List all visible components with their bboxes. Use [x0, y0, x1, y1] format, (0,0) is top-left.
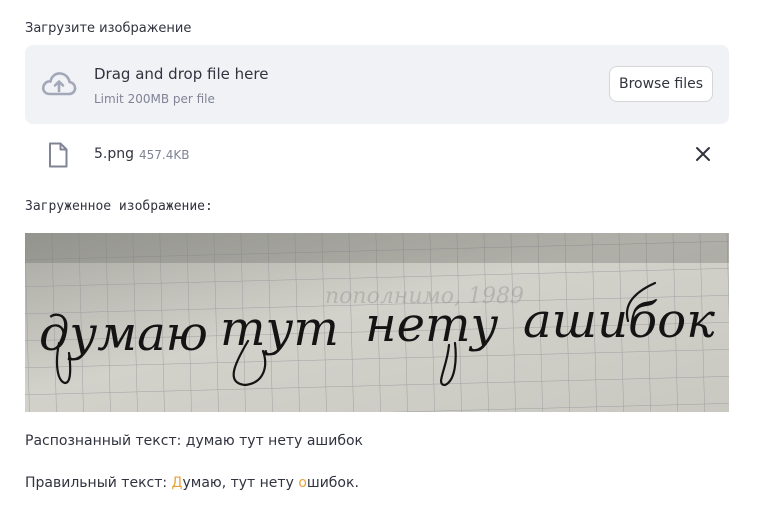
close-icon[interactable]	[695, 146, 711, 162]
correct-highlight: Д	[171, 475, 183, 491]
handwriting-word: думаю	[39, 306, 208, 362]
uploader-label: Загрузите изображение	[25, 21, 192, 36]
file-icon	[49, 142, 68, 168]
recognized-text: Распознанный текст: думаю тут нету ашибо…	[25, 433, 363, 449]
recognized-value: думаю тут нету ашибок	[185, 433, 363, 449]
handwriting-word: нету	[365, 297, 499, 353]
file-size: 457.4KB	[139, 148, 190, 162]
browse-files-button[interactable]: Browse files	[609, 66, 713, 102]
file-name: 5.png	[94, 146, 135, 162]
uploaded-file-row: 5.png 457.4KB	[25, 140, 729, 172]
dropzone-limit: Limit 200MB per file	[94, 92, 215, 106]
dropzone-title: Drag and drop file here	[94, 65, 269, 83]
image-caption: Загруженное изображение:	[25, 199, 213, 214]
correct-highlight: о	[298, 475, 307, 491]
correct-text: Правильный текст: Думаю, тут нету ошибок…	[25, 475, 359, 491]
correct-prefix: Правильный текст:	[25, 475, 172, 491]
uploaded-image: пополнимо, 1989 думаю тут нету ашибок	[25, 233, 729, 412]
handwriting-word: тут	[220, 301, 339, 357]
recognized-prefix: Распознанный текст:	[25, 433, 186, 449]
cloud-upload-icon	[41, 72, 77, 96]
file-dropzone[interactable]: Drag and drop file here Limit 200MB per …	[25, 45, 729, 124]
correct-segment: шибок.	[306, 475, 359, 491]
correct-segment: умаю, тут нету	[182, 475, 299, 491]
handwriting-word: ашибок	[523, 293, 715, 349]
